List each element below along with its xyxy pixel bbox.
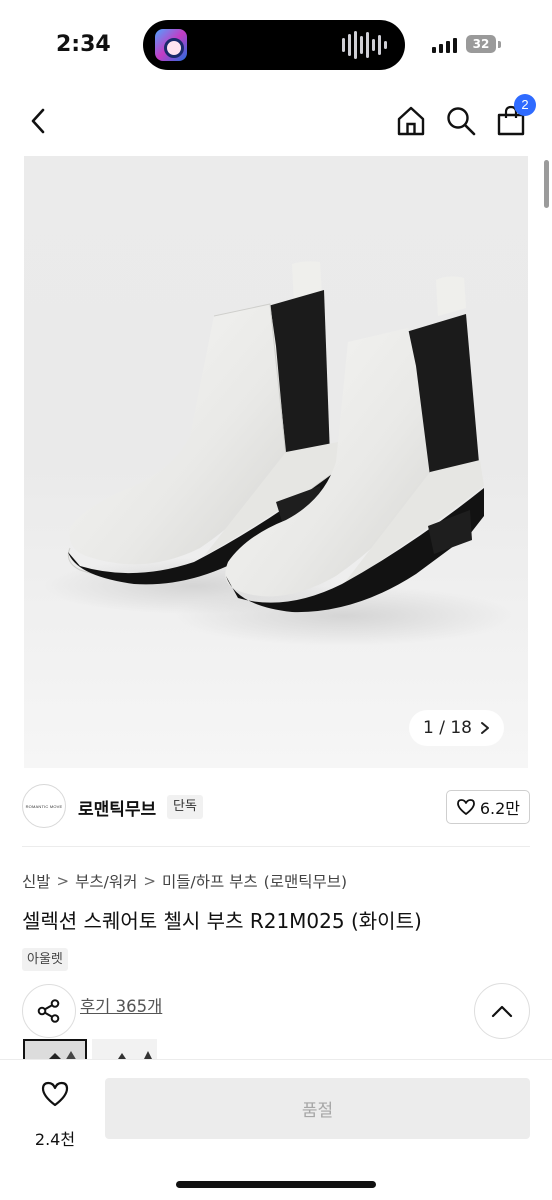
chevron-right-icon: > <box>56 872 70 890</box>
chevron-left-icon <box>31 108 45 134</box>
chevron-right-icon: > <box>143 872 156 890</box>
brand-name[interactable]: 로맨틱무브 <box>78 795 156 820</box>
cart-button[interactable]: 2 <box>494 94 536 138</box>
share-icon <box>37 999 60 1023</box>
brand-logo[interactable]: ROMANTIC MOVE <box>22 784 66 828</box>
image-counter-label: 1 / 18 <box>423 718 472 738</box>
chevron-right-icon <box>481 722 489 734</box>
status-bar: 2:34 32 <box>0 0 552 92</box>
brand-like-count: 6.2만 <box>479 799 520 818</box>
wishlist-count: 2.4천 <box>34 1130 76 1149</box>
thumbnail-1[interactable] <box>23 1039 87 1059</box>
chevron-up-icon <box>491 1005 513 1018</box>
scroll-to-top-button[interactable] <box>474 983 530 1039</box>
product-image[interactable]: 1 / 18 <box>24 156 528 768</box>
home-button[interactable] <box>394 104 428 138</box>
thumbnail-boots-image <box>49 1051 76 1059</box>
battery-icon: 32 <box>466 35 496 53</box>
search-icon <box>447 107 476 136</box>
breadcrumb-item-boots-walker[interactable]: 부츠/워커 <box>75 870 137 892</box>
breadcrumb: 신발 > 부츠/워커 > 미들/하프 부츠 (로맨틱무브) <box>22 870 347 892</box>
back-button[interactable] <box>22 104 56 138</box>
brand-like-button[interactable]: 6.2만 <box>445 790 530 824</box>
reviews-link[interactable]: 후기 365개 <box>80 993 162 1017</box>
bottom-action-bar: 2.4천 품절 <box>0 1059 552 1200</box>
product-title: 셀렉션 스퀘어토 첼시 부츠 R21M025 (화이트) <box>22 909 422 933</box>
breadcrumb-item-shoes[interactable]: 신발 <box>22 870 51 892</box>
share-button[interactable] <box>22 984 76 1038</box>
breadcrumb-item-middle-half-boots[interactable]: 미들/하프 부츠 <box>162 870 258 892</box>
home-icon <box>397 106 425 136</box>
audio-waveform-icon <box>342 31 387 59</box>
dynamic-island <box>143 20 405 70</box>
top-navigation: 2 <box>0 92 552 154</box>
heart-icon <box>41 1081 69 1107</box>
sold-out-button[interactable]: 품절 <box>105 1078 530 1139</box>
heart-icon <box>456 799 475 815</box>
chelsea-boots-image <box>44 261 514 646</box>
search-button[interactable] <box>444 104 478 138</box>
breadcrumb-item-brand[interactable]: (로맨틱무브) <box>264 870 347 892</box>
image-counter-button[interactable]: 1 / 18 <box>409 710 504 746</box>
status-time: 2:34 <box>56 32 111 57</box>
exclusive-tag: 단독 <box>167 795 203 819</box>
now-playing-app-icon <box>155 29 187 61</box>
battery-tip <box>498 41 501 48</box>
page-scrollbar[interactable] <box>544 160 549 208</box>
thumbnail-2[interactable] <box>92 1039 157 1059</box>
cellular-signal-icon <box>432 37 457 53</box>
home-indicator[interactable] <box>176 1181 376 1188</box>
thumbnail-boots-image <box>118 1051 152 1059</box>
cart-count-badge: 2 <box>514 94 536 116</box>
outlet-tag: 아울렛 <box>22 948 68 971</box>
wishlist-button[interactable]: 2.4천 <box>24 1078 86 1149</box>
divider <box>22 846 530 847</box>
brand-row: ROMANTIC MOVE 로맨틱무브 단독 6.2만 <box>22 784 530 830</box>
